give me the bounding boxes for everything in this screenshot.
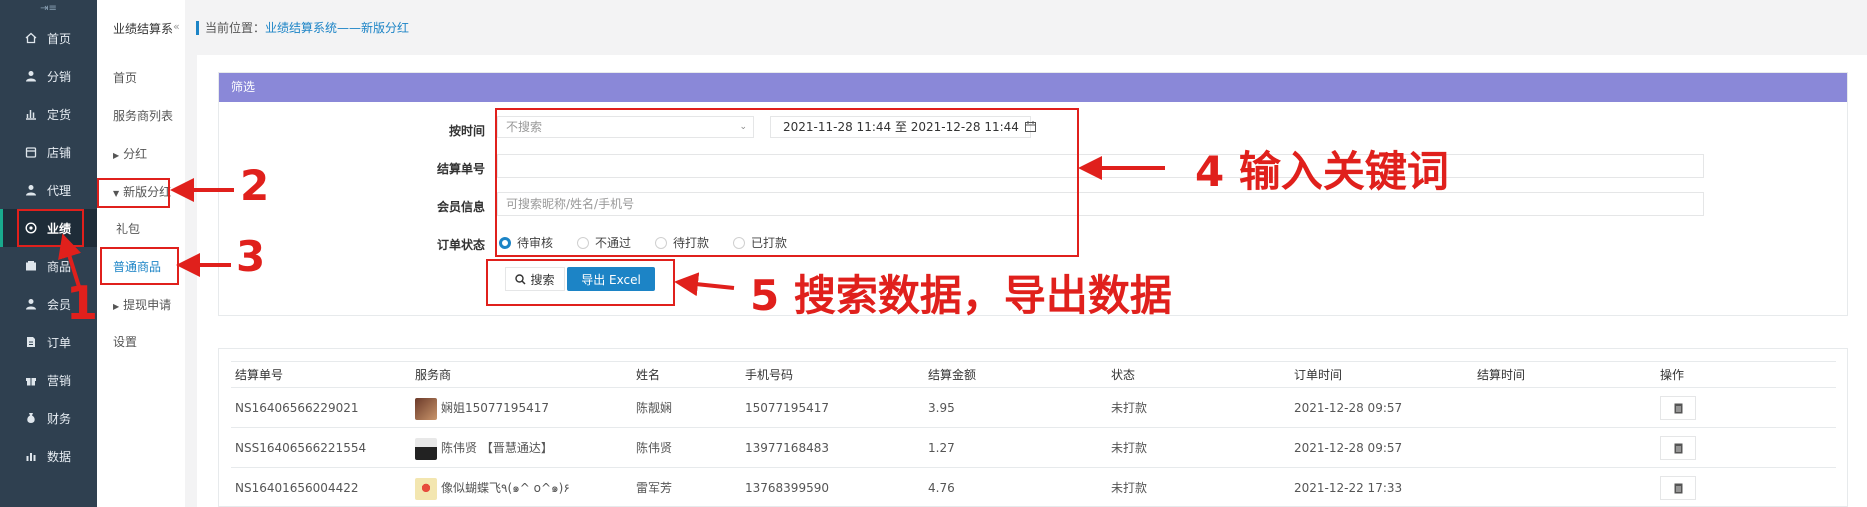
annotation-1: 1: [66, 276, 99, 330]
annotation-arrows: [58, 156, 1165, 297]
annotation-arrow-5: [674, 272, 735, 297]
annotation-5: 5 搜索数据，导出数据: [750, 271, 1172, 320]
annotation-2: 2: [240, 161, 270, 210]
annotation-4: 4 输入关键词: [1195, 147, 1449, 196]
annotation-3: 3: [236, 232, 266, 281]
